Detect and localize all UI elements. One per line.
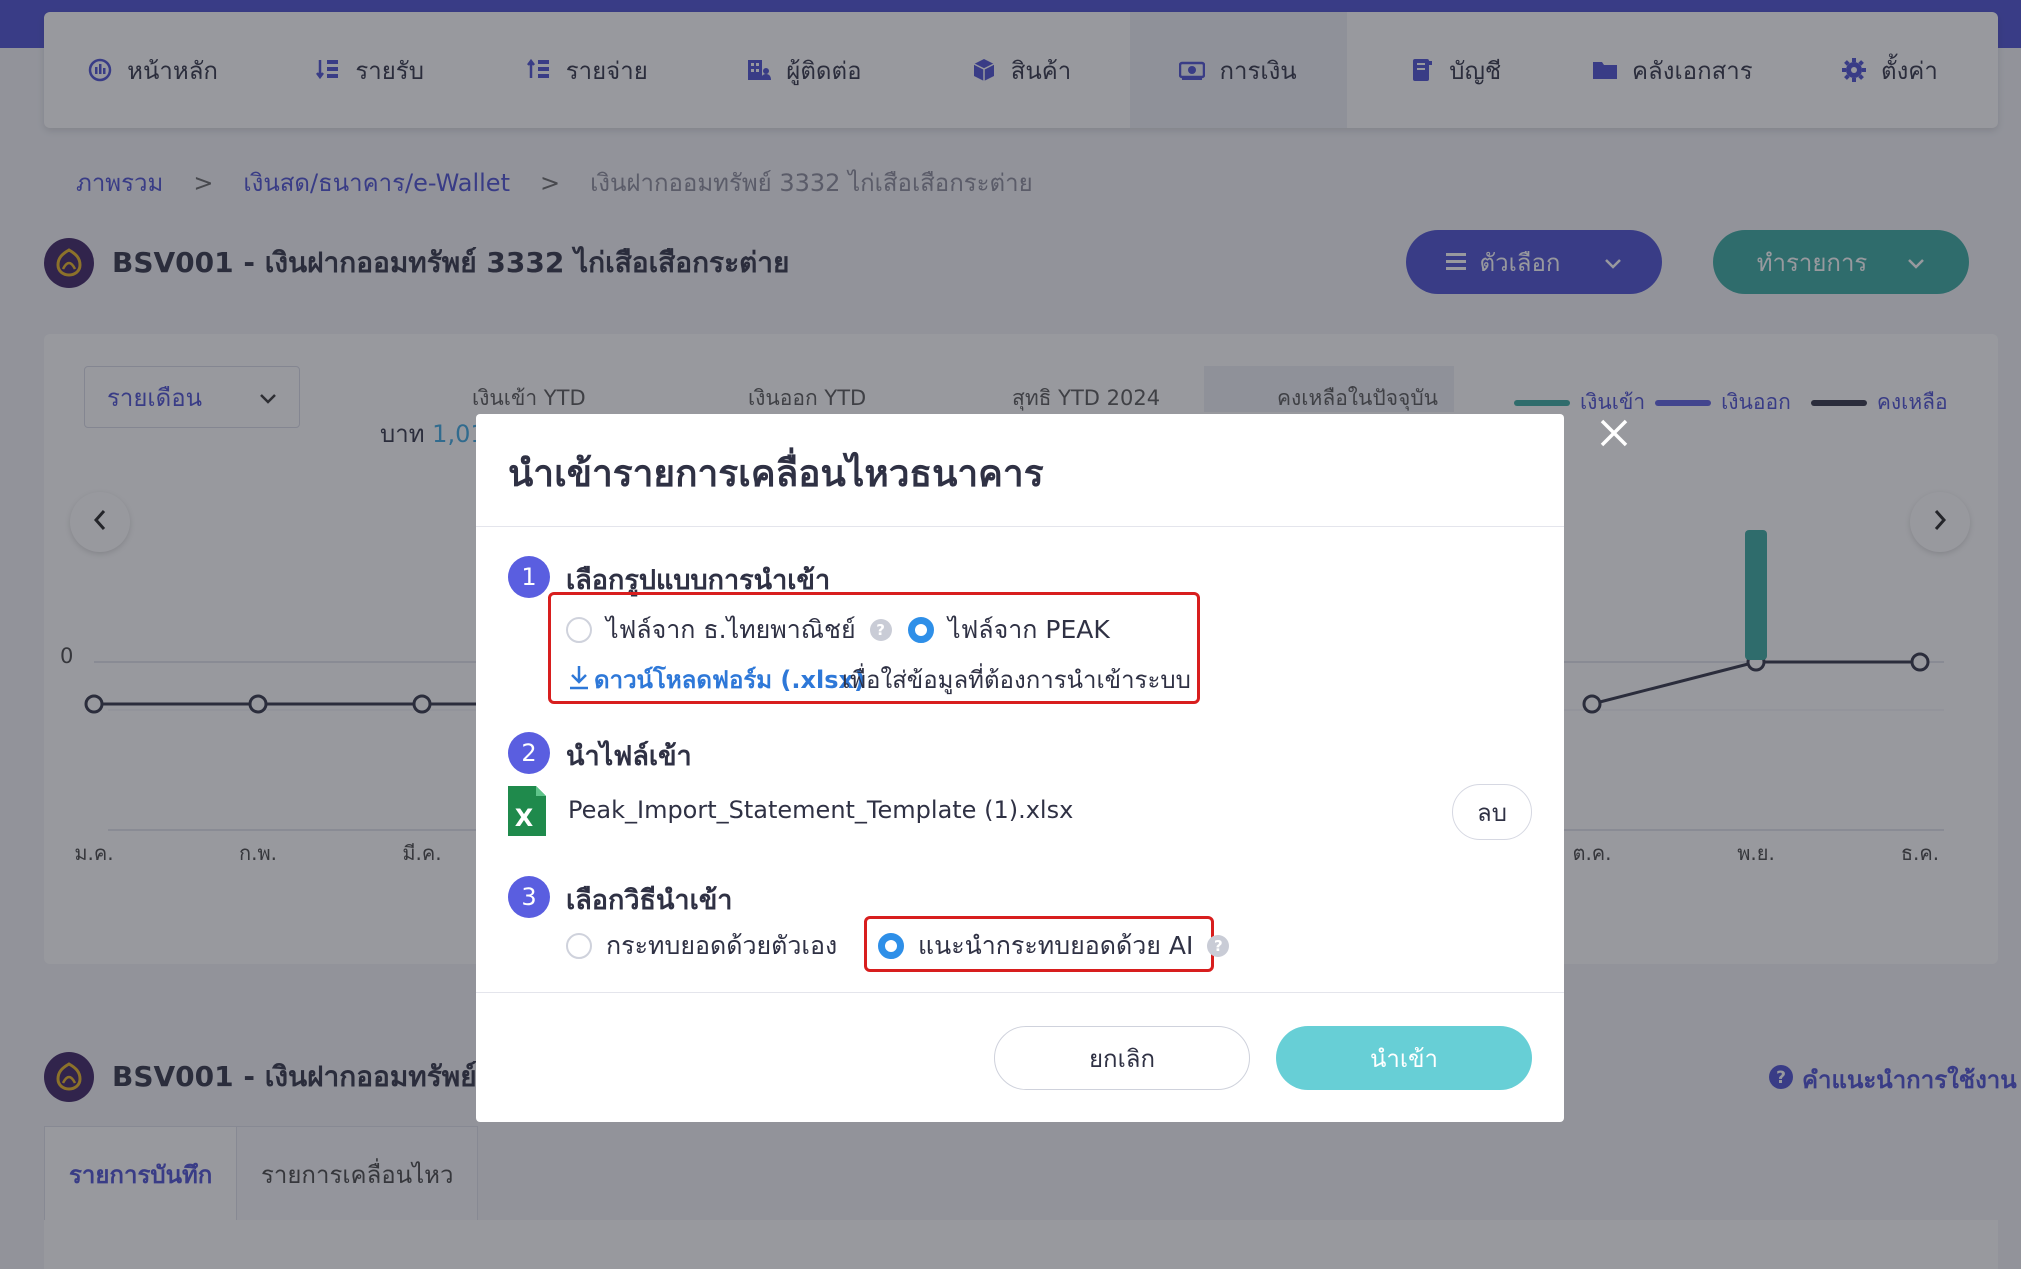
step-title: นำไฟล์เข้า bbox=[566, 741, 692, 772]
radio-checked[interactable] bbox=[878, 933, 904, 959]
radio-unchecked[interactable] bbox=[566, 933, 592, 959]
close-icon[interactable] bbox=[1596, 415, 1632, 451]
import-button[interactable]: นำเข้า bbox=[1276, 1026, 1532, 1090]
step-badge: 1 bbox=[508, 556, 550, 598]
download-icon bbox=[568, 664, 590, 696]
download-label: ดาวน์โหลดฟอร์ม (.xlsx) bbox=[594, 666, 865, 694]
download-template-link[interactable]: ดาวน์โหลดฟอร์ม (.xlsx) bbox=[568, 660, 865, 699]
modal-divider bbox=[476, 992, 1564, 993]
modal-divider bbox=[476, 526, 1564, 527]
option-label: กระทบยอดด้วยตัวเอง bbox=[606, 931, 838, 960]
import-bank-statement-modal: นำเข้ารายการเคลื่อนไหวธนาคาร 1 เลือกรูปแ… bbox=[476, 414, 1564, 1122]
svg-text:X: X bbox=[515, 804, 534, 832]
excel-file-icon: X bbox=[508, 786, 546, 836]
format-option-peak[interactable]: ไฟล์จาก PEAK bbox=[908, 610, 1110, 650]
step-badge: 3 bbox=[508, 876, 550, 918]
method-option-ai[interactable]: แนะนำกระทบยอดด้วย AI ? bbox=[878, 926, 1230, 966]
help-icon[interactable]: ? bbox=[1207, 935, 1230, 957]
import-label: นำเข้า bbox=[1370, 1044, 1438, 1073]
radio-checked[interactable] bbox=[908, 617, 934, 643]
cancel-button[interactable]: ยกเลิก bbox=[994, 1026, 1250, 1090]
help-icon[interactable]: ? bbox=[869, 619, 892, 641]
selected-file-name: Peak_Import_Statement_Template (1).xlsx bbox=[568, 796, 1074, 824]
radio-unchecked[interactable] bbox=[566, 617, 592, 643]
option-label: แนะนำกระทบยอดด้วย AI bbox=[918, 931, 1194, 960]
method-option-manual[interactable]: กระทบยอดด้วยตัวเอง bbox=[566, 926, 837, 966]
option-label: ไฟล์จาก ธ.ไทยพาณิชย์ bbox=[606, 615, 856, 644]
cancel-label: ยกเลิก bbox=[1088, 1044, 1156, 1073]
modal-title: นำเข้ารายการเคลื่อนไหวธนาคาร bbox=[508, 452, 1044, 495]
step-title: เลือกวิธีนำเข้า bbox=[566, 885, 733, 916]
delete-file-button[interactable]: ลบ bbox=[1452, 784, 1532, 840]
step-badge: 2 bbox=[508, 732, 550, 774]
format-option-scb[interactable]: ไฟล์จาก ธ.ไทยพาณิชย์ ? bbox=[566, 610, 892, 650]
option-label: ไฟล์จาก PEAK bbox=[948, 615, 1110, 644]
delete-label: ลบ bbox=[1477, 798, 1507, 827]
download-note: เพื่อใส่ข้อมูลที่ต้องการนำเข้าระบบ bbox=[842, 666, 1191, 694]
